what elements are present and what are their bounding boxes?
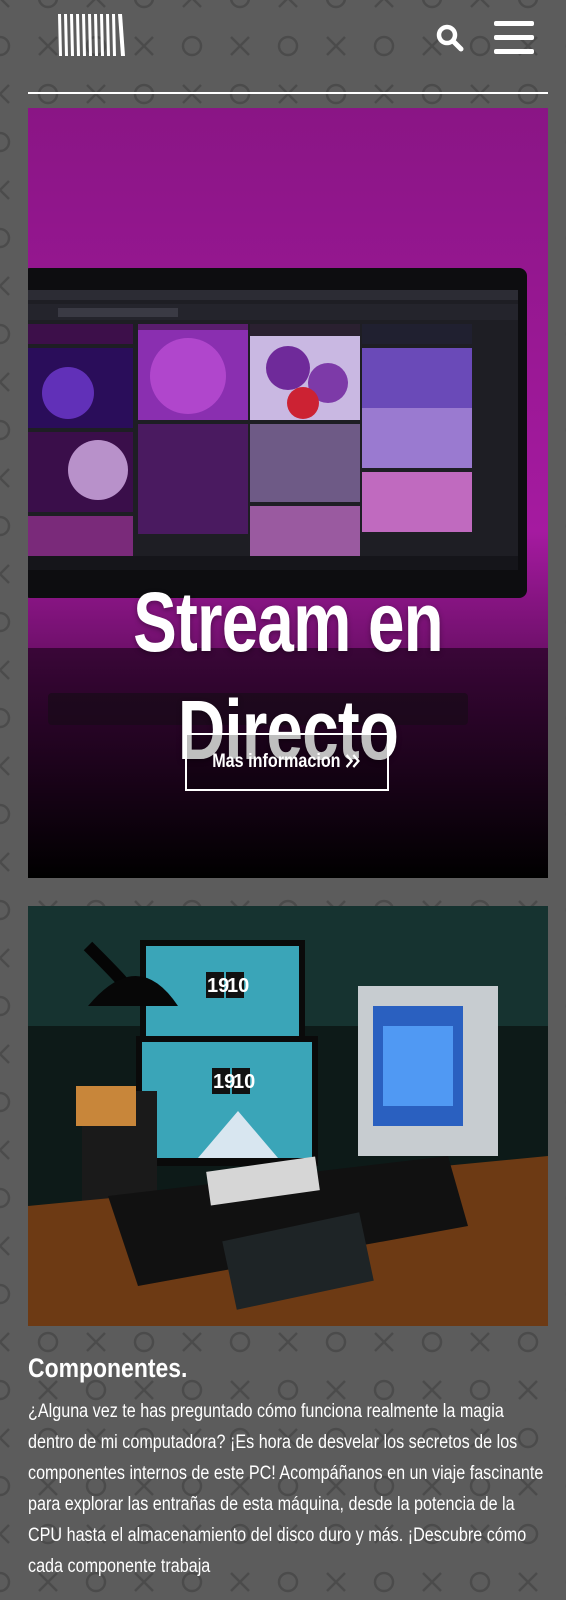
pc-setup-illustration: 19 10 19 10 (28, 906, 548, 1326)
components-section: Componentes. ¿Alguna vez te has pregunta… (28, 1350, 548, 1582)
header-divider (28, 92, 548, 94)
more-info-button[interactable]: Mas informacion (185, 733, 389, 791)
menu-line (494, 21, 534, 26)
menu-line (494, 35, 534, 40)
hero-banner: Stream en Directo Mas informacion (28, 108, 548, 878)
section-title: Componentes. (28, 1353, 188, 1383)
hamburger-menu-icon[interactable] (494, 18, 534, 58)
double-chevron-right-icon (345, 754, 361, 768)
site-header (0, 0, 566, 95)
pc-setup-image: 19 10 19 10 (28, 906, 548, 1326)
svg-text:19: 19 (213, 1071, 235, 1093)
more-info-button-label: Mas informacion (212, 751, 345, 772)
section-text: ¿Alguna vez te has preguntado cómo funci… (28, 1401, 544, 1577)
svg-text:10: 10 (227, 975, 249, 997)
barcode-logo-icon[interactable] (56, 12, 128, 58)
search-icon[interactable] (434, 22, 468, 56)
menu-line (494, 49, 534, 54)
svg-text:10: 10 (233, 1071, 255, 1093)
clock-digits: 19 (207, 975, 229, 997)
